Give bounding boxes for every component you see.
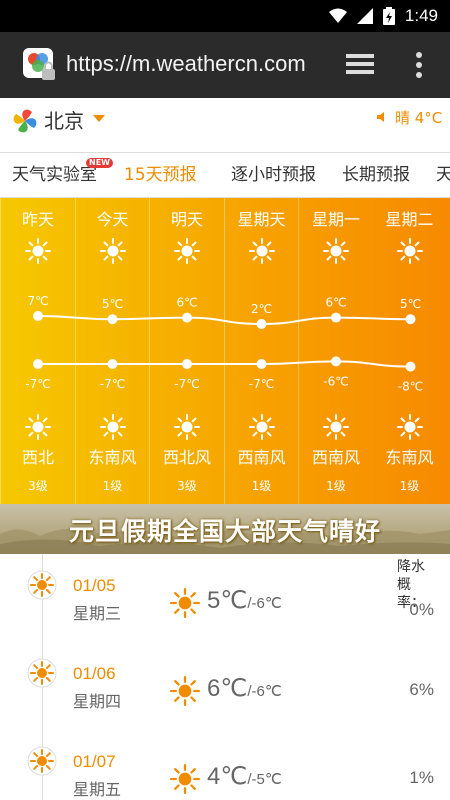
high-temp-point: [405, 314, 416, 325]
weather-logo-icon: [13, 109, 37, 133]
tabs-icon[interactable]: [344, 52, 376, 78]
daily-date: 01/05: [73, 576, 116, 595]
temperature-curves: 7℃ 5℃ 6℃ 2℃ 6℃ 5℃ -7℃ -7℃ -7℃ -7℃ -6℃ -8℃: [25, 294, 423, 394]
high-temp-point: [33, 311, 43, 321]
high-temp-line: [37, 315, 411, 326]
daily-high: 6℃: [207, 675, 248, 702]
low-temp-line: [38, 360, 411, 368]
low-temp-point: [182, 359, 192, 369]
high-temp-point: [256, 319, 267, 329]
city-name[interactable]: 北京: [44, 105, 84, 134]
daily-low: /-6℃: [247, 595, 282, 612]
high-temp-label: 7℃: [27, 294, 48, 308]
tab-weather-lab[interactable]: 天气实验室 NEW: [12, 153, 113, 197]
low-temp-label: -7℃: [174, 377, 199, 391]
clock: 1:49: [404, 6, 438, 25]
high-temp-label: 2℃: [251, 302, 272, 316]
tab-label: 天气实验室: [12, 165, 97, 185]
city-dropdown-icon[interactable]: [93, 115, 105, 122]
speaker-icon[interactable]: [376, 111, 388, 123]
tab-label: 15天预报: [124, 165, 197, 185]
browser-toolbar: https://m.weathercn.com: [0, 32, 450, 98]
rain-probability: 0%: [409, 600, 434, 619]
daily-weekday: 星期四: [73, 692, 122, 711]
high-temp-point: [107, 314, 118, 325]
tab-long-term-forecast[interactable]: 长期预报: [342, 153, 410, 197]
sunny-icon: [170, 588, 200, 618]
low-temp-point: [405, 361, 416, 372]
forecast-strip: 星期二 东南风 1级 星期一 西南风 1级 星期天 西南风 1级 明天 西北风 3级 今天 东南风 1级 昨天…: [0, 198, 450, 504]
site-lock-icon[interactable]: [22, 47, 58, 83]
high-temp-label: 5℃: [400, 297, 421, 311]
rain-probability: 1%: [409, 768, 434, 787]
tab-label: 天: [436, 165, 450, 185]
low-temp-point: [33, 359, 43, 369]
rain-probability: 6%: [409, 680, 434, 699]
news-banner[interactable]: 元旦假期全国大部天气晴好: [0, 504, 450, 554]
timeline-sun-icon: [27, 570, 57, 600]
high-temp-label: 6℃: [176, 296, 197, 310]
daily-temperature: 4℃/-5℃: [207, 762, 282, 791]
tab-hourly-forecast[interactable]: 逐小时预报: [231, 153, 316, 197]
timeline-sun-icon: [27, 746, 57, 776]
url-field[interactable]: https://m.weathercn.com: [66, 51, 306, 77]
daily-weekday: 星期五: [73, 780, 122, 799]
tab-label: 逐小时预报: [231, 165, 316, 185]
daily-low: /-6℃: [247, 683, 282, 700]
daily-low: /-5℃: [247, 771, 282, 788]
banner-title: 元旦假期全国大部天气晴好: [68, 517, 381, 546]
signal-icon: [356, 8, 373, 24]
daily-temperature: 6℃/-6℃: [207, 674, 282, 703]
daily-date: 01/07: [73, 752, 116, 771]
daily-high: 4℃: [207, 763, 248, 790]
high-temp-point: [331, 312, 341, 323]
current-weather: 晴 4°C: [395, 109, 443, 127]
wifi-icon: [328, 8, 347, 23]
sunny-icon: [170, 676, 200, 706]
tab-more[interactable]: 天: [436, 153, 450, 197]
status-bar: 1:49: [0, 0, 450, 32]
low-temp-label: -8℃: [398, 380, 423, 394]
daily-weekday: 星期三: [73, 604, 122, 623]
high-temp-label: 6℃: [325, 296, 346, 310]
daily-temperature: 5℃/-6℃: [207, 586, 282, 615]
daily-row[interactable]: 01/07 星期五 4℃/-5℃ 1%: [0, 742, 450, 800]
low-temp-point: [107, 359, 118, 369]
daily-row[interactable]: 01/05 星期三 5℃/-6℃ 0%: [0, 566, 450, 654]
low-temp-label: -7℃: [100, 377, 125, 391]
daily-high: 5℃: [207, 587, 248, 614]
high-temp-point: [182, 312, 192, 323]
low-temp-point: [256, 359, 267, 369]
tab-15-day-forecast[interactable]: 15天预报: [124, 153, 197, 197]
low-temp-label: -7℃: [25, 377, 50, 391]
overflow-menu-icon[interactable]: [414, 50, 424, 80]
battery-icon: [382, 7, 395, 25]
tab-bar: 天气实验室 NEW 15天预报 逐小时预报 长期预报 天: [0, 152, 450, 198]
new-badge: NEW: [86, 158, 113, 168]
tab-label: 长期预报: [342, 165, 410, 185]
daily-row[interactable]: 01/06 星期四 6℃/-6℃ 6%: [0, 654, 450, 742]
daily-forecast-list: 降水概率： 01/05 星期三 5℃/-6℃ 0% 01/06 星期四 6℃/-6℃ 6% 01…: [0, 554, 450, 800]
low-temp-label: -6℃: [323, 374, 348, 388]
low-temp-point: [331, 356, 341, 367]
city-header: 北京 晴 4°C: [0, 98, 450, 152]
daily-date: 01/06: [73, 664, 116, 683]
low-temp-label: -7℃: [249, 377, 274, 391]
sunny-icon: [170, 764, 200, 794]
timeline-sun-icon: [27, 658, 57, 688]
high-temp-label: 5℃: [102, 297, 123, 311]
